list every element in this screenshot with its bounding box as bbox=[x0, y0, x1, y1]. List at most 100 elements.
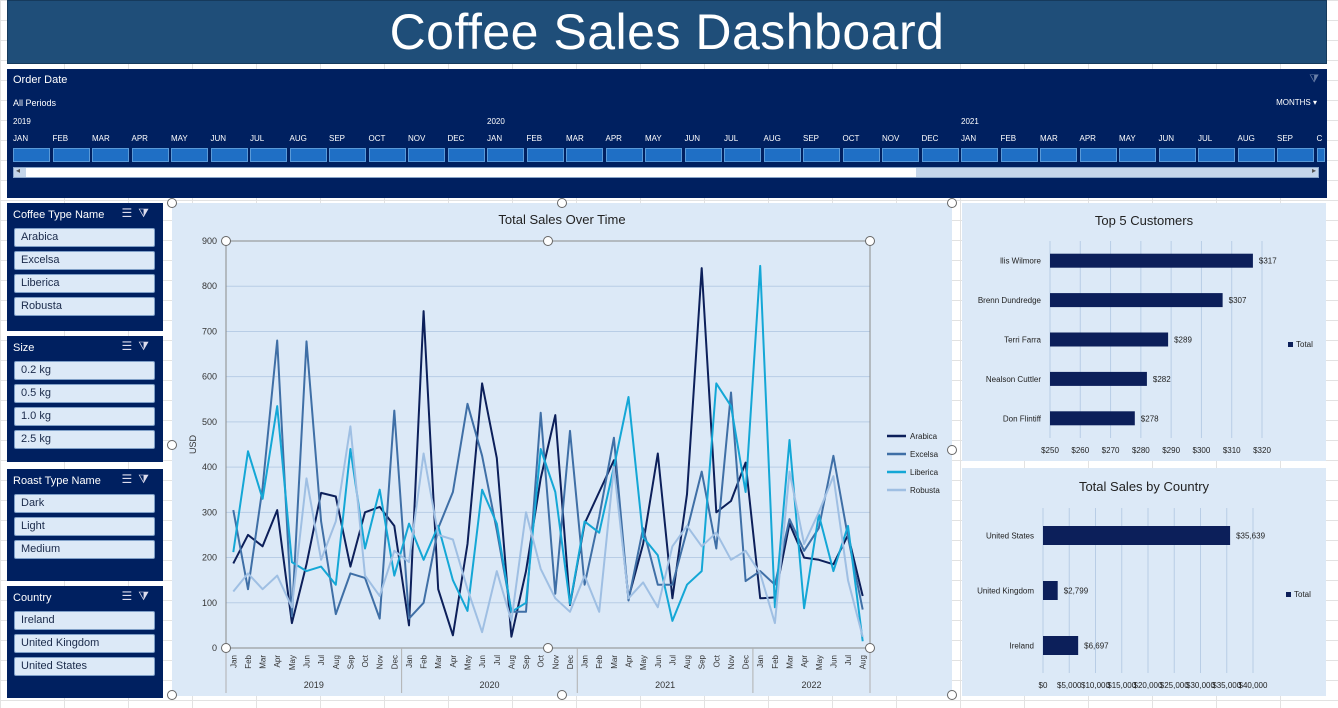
timeline-month-cell[interactable] bbox=[1158, 148, 1196, 162]
slicer-item[interactable]: Arabica bbox=[14, 228, 155, 247]
timeline-month-cell[interactable] bbox=[684, 148, 722, 162]
timeline-month-cell[interactable] bbox=[1079, 148, 1117, 162]
timeline-month-cell[interactable] bbox=[724, 148, 761, 162]
year-label: 2021 bbox=[655, 680, 675, 690]
timeline-month-label: AUG bbox=[763, 134, 781, 143]
timeline-month-label: JAN bbox=[13, 134, 29, 143]
resize-handle[interactable] bbox=[167, 198, 177, 208]
timeline-month-cell[interactable] bbox=[1119, 148, 1156, 162]
plot-area-handle[interactable] bbox=[865, 643, 875, 653]
timeline-month-cell[interactable] bbox=[131, 148, 169, 162]
legend-label: Arabica bbox=[910, 432, 938, 441]
plot-area-handle[interactable] bbox=[865, 236, 875, 246]
timeline-month-cell[interactable] bbox=[1198, 148, 1235, 162]
x-tick-label: $280 bbox=[1132, 446, 1150, 455]
slicer-item[interactable]: 0.5 kg bbox=[14, 384, 155, 403]
resize-handle[interactable] bbox=[557, 690, 567, 700]
order-date-timeline[interactable]: Order Date ⧩ All Periods MONTHS ▾ 2019 20… bbox=[7, 69, 1327, 198]
plot-area-handle[interactable] bbox=[543, 236, 553, 246]
timeline-month-label: MAR bbox=[566, 134, 584, 143]
slicer-item[interactable]: United Kingdom bbox=[14, 634, 155, 653]
timeline-month-cell[interactable] bbox=[1237, 148, 1275, 162]
timeline-month-label: SEP bbox=[1277, 134, 1294, 143]
slicer-title: Country bbox=[13, 592, 52, 604]
timeline-month-cell[interactable] bbox=[250, 148, 287, 162]
timeline-month-cell[interactable] bbox=[447, 148, 485, 162]
year-label: 2022 bbox=[801, 680, 821, 690]
multi-select-icon[interactable]: ☰ bbox=[122, 206, 139, 220]
scroll-right-icon[interactable]: ▸ bbox=[1312, 166, 1316, 175]
x-tick-label: Mar bbox=[610, 655, 619, 669]
multi-select-icon[interactable]: ☰ bbox=[122, 589, 139, 603]
resize-handle[interactable] bbox=[947, 690, 957, 700]
timeline-month-cell[interactable] bbox=[961, 148, 998, 162]
timeline-month-cell[interactable] bbox=[52, 148, 90, 162]
resize-handle[interactable] bbox=[557, 198, 567, 208]
timeline-month-cell[interactable] bbox=[289, 148, 327, 162]
resize-handle[interactable] bbox=[947, 445, 957, 455]
total-sales-by-country-chart[interactable]: Total Sales by Country $0 $5,000 $10,000 $1… bbox=[962, 468, 1326, 696]
timeline-month-cell[interactable] bbox=[803, 148, 840, 162]
total-sales-over-time-chart[interactable]: Total Sales Over Time 0 100 200 300 400 500 60… bbox=[172, 203, 952, 696]
slicer-item[interactable]: Robusta bbox=[14, 297, 155, 316]
clear-filter-icon[interactable]: ⧩ bbox=[138, 339, 155, 353]
legend-label: Total bbox=[1294, 590, 1311, 599]
timeline-month-label: OCT bbox=[368, 134, 386, 143]
timeline-month-cell[interactable] bbox=[13, 148, 50, 162]
slicer-item[interactable]: Dark bbox=[14, 494, 155, 513]
timeline-level-dropdown[interactable]: MONTHS ▾ bbox=[1276, 98, 1317, 107]
slicer-item[interactable]: United States bbox=[14, 657, 155, 676]
timeline-month-cell[interactable] bbox=[526, 148, 564, 162]
top-5-customers-chart[interactable]: Top 5 Customers $250 $260 $270 $280 $290 $300… bbox=[962, 203, 1326, 461]
timeline-month-cell[interactable] bbox=[1040, 148, 1077, 162]
slicer-size[interactable]: Size ☰⧩ 0.2 kg 0.5 kg 1.0 kg 2.5 kg bbox=[7, 336, 163, 462]
clear-filter-icon[interactable]: ⧩ bbox=[138, 206, 155, 220]
slicer-roast-type-name[interactable]: Roast Type Name ☰⧩ Dark Light Medium bbox=[7, 469, 163, 581]
category-label: Don Flintiff bbox=[1003, 414, 1042, 423]
timeline-month-cell[interactable] bbox=[566, 148, 603, 162]
clear-filter-icon[interactable]: ⧩ bbox=[1309, 73, 1319, 86]
slicer-item[interactable]: Ireland bbox=[14, 611, 155, 630]
timeline-month-cell[interactable] bbox=[329, 148, 366, 162]
timeline-month-cell[interactable] bbox=[1316, 148, 1325, 162]
slicer-item[interactable]: 1.0 kg bbox=[14, 407, 155, 426]
slicer-item[interactable]: Excelsa bbox=[14, 251, 155, 270]
slicer-item[interactable]: Light bbox=[14, 517, 155, 536]
slicer-item[interactable]: Medium bbox=[14, 540, 155, 559]
multi-select-icon[interactable]: ☰ bbox=[122, 339, 139, 353]
timeline-month-cell[interactable] bbox=[605, 148, 643, 162]
timeline-month-cell[interactable] bbox=[921, 148, 959, 162]
slicer-item[interactable]: Liberica bbox=[14, 274, 155, 293]
resize-handle[interactable] bbox=[167, 690, 177, 700]
slicer-country[interactable]: Country ☰⧩ Ireland United Kingdom United Sta… bbox=[7, 586, 163, 698]
plot-area-handle[interactable] bbox=[221, 643, 231, 653]
timeline-month-cell[interactable] bbox=[92, 148, 129, 162]
x-tick-label: Feb bbox=[771, 654, 780, 668]
slicer-item[interactable]: 0.2 kg bbox=[14, 361, 155, 380]
clear-filter-icon[interactable]: ⧩ bbox=[138, 589, 155, 603]
plot-area-handle[interactable] bbox=[221, 236, 231, 246]
timeline-month-cell[interactable] bbox=[645, 148, 682, 162]
timeline-month-cell[interactable] bbox=[487, 148, 524, 162]
slicer-item[interactable]: 2.5 kg bbox=[14, 430, 155, 449]
resize-handle[interactable] bbox=[167, 440, 177, 450]
timeline-month-cell[interactable] bbox=[1277, 148, 1314, 162]
timeline-month-cell[interactable] bbox=[408, 148, 445, 162]
timeline-scrollbar[interactable]: ◂ ▸ bbox=[13, 166, 1319, 178]
scroll-left-icon[interactable]: ◂ bbox=[16, 166, 20, 175]
timeline-month-cell[interactable] bbox=[842, 148, 880, 162]
timeline-month-cell[interactable] bbox=[171, 148, 208, 162]
timeline-month-cell[interactable] bbox=[882, 148, 919, 162]
resize-handle[interactable] bbox=[947, 198, 957, 208]
x-tick-label: Jan bbox=[581, 655, 590, 668]
timeline-month-cell[interactable] bbox=[368, 148, 406, 162]
timeline-month-cell[interactable] bbox=[763, 148, 801, 162]
timeline-scroll-thumb[interactable] bbox=[26, 168, 916, 177]
slicer-coffee-type-name[interactable]: Coffee Type Name ☰⧩ Arabica Excelsa Liberica… bbox=[7, 203, 163, 331]
data-label: $282 bbox=[1153, 375, 1171, 384]
timeline-month-cell[interactable] bbox=[210, 148, 248, 162]
plot-area-handle[interactable] bbox=[543, 643, 553, 653]
timeline-month-cell[interactable] bbox=[1000, 148, 1038, 162]
multi-select-icon[interactable]: ☰ bbox=[122, 472, 139, 486]
clear-filter-icon[interactable]: ⧩ bbox=[138, 472, 155, 486]
